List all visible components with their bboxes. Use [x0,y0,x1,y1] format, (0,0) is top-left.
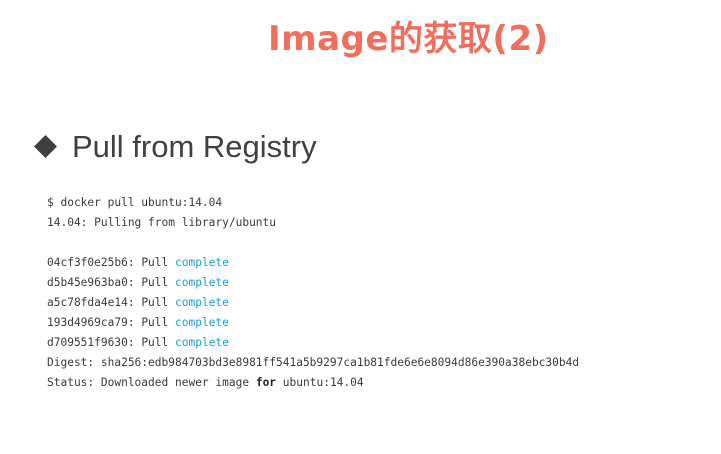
layer-id: 193d4969ca79: [47,316,135,329]
layer-line: a5c78fda4e14: Pull complete [47,293,579,313]
layer-id: d5b45e963ba0: [47,276,135,289]
layer-status: complete [175,336,229,349]
status-prefix: Status: Downloaded newer image [47,376,250,389]
section-heading: Pull from Registry [33,131,317,162]
section-heading-text: Pull from Registry [72,129,317,164]
layer-action: Pull [141,256,169,269]
layer-line: d709551f9630: Pull complete [47,333,579,353]
terminal-output: $ docker pull ubuntu:14.04 14.04: Pullin… [47,193,579,393]
pulling-line: 14.04: Pulling from library/ubuntu [47,216,277,229]
digest-line: Digest: sha256:edb984703bd3e8981ff541a5b… [47,356,580,369]
layer-action: Pull [141,336,169,349]
layer-line: 193d4969ca79: Pull complete [47,313,579,333]
status-keyword: for [255,376,277,389]
layer-line: 04cf3f0e25b6: Pull complete [47,253,579,273]
layer-status: complete [175,276,229,289]
layer-id: 04cf3f0e25b6: [47,256,135,269]
status-line: Status: Downloaded newer image for ubunt… [47,373,579,393]
layer-status: complete [175,316,229,329]
diamond-icon [33,134,58,159]
layer-id: d709551f9630: [47,336,135,349]
layer-action: Pull [141,296,169,309]
layer-id: a5c78fda4e14: [47,296,135,309]
layer-action: Pull [141,276,169,289]
layer-status: complete [175,256,229,269]
layer-line: d5b45e963ba0: Pull complete [47,273,579,293]
layer-status: complete [175,296,229,309]
slide-title: Image的获取(2) [268,19,549,59]
command-line: $ docker pull ubuntu:14.04 [47,196,223,209]
status-suffix: ubuntu:14.04 [282,376,364,389]
layer-action: Pull [141,316,169,329]
